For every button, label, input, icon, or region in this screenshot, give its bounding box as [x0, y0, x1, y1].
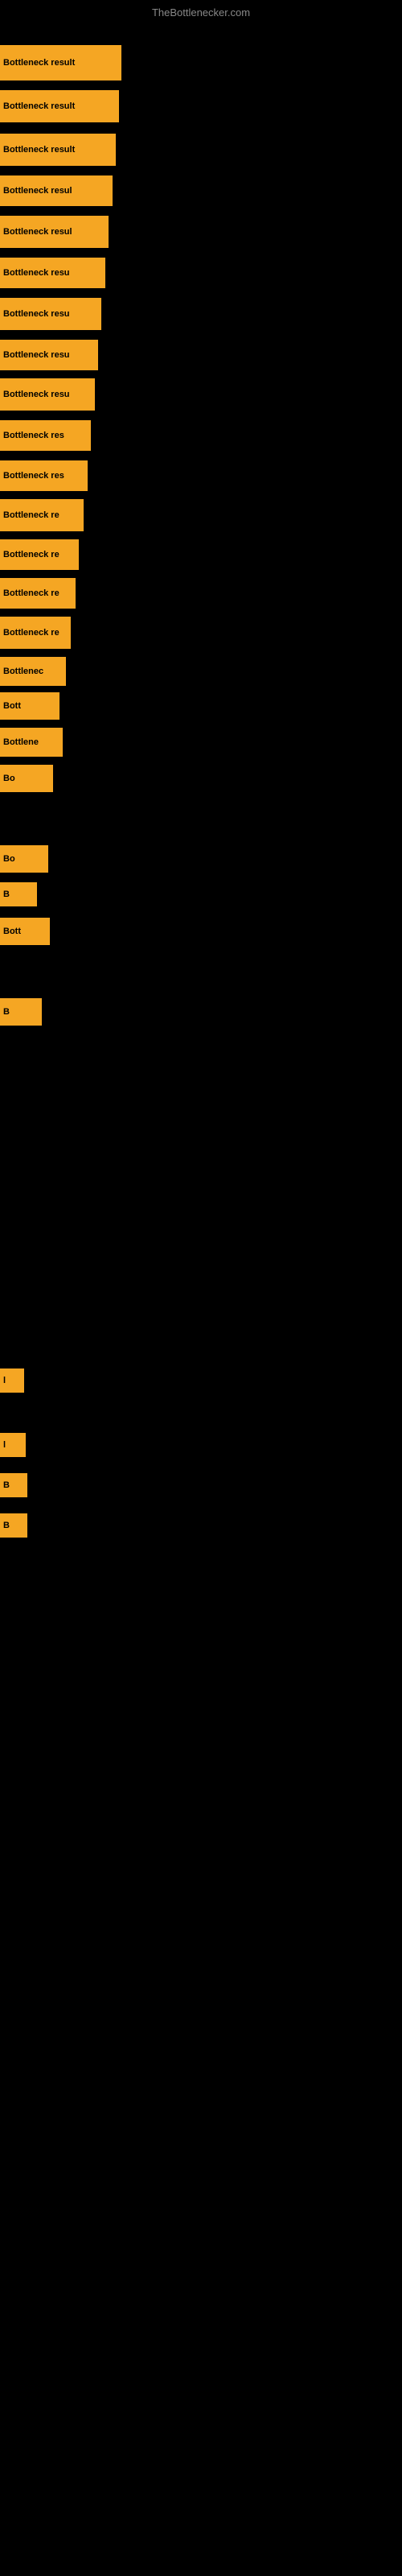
bottleneck-bar-16: Bott — [0, 692, 59, 720]
bottleneck-label-5: Bottleneck resu — [3, 268, 70, 278]
bottleneck-bar-10: Bottleneck res — [0, 460, 88, 491]
bottleneck-label-13: Bottleneck re — [3, 588, 59, 598]
bottleneck-bar-8: Bottleneck resu — [0, 378, 95, 411]
bottleneck-bar-4: Bottleneck resul — [0, 216, 109, 248]
bottleneck-bar-11: Bottleneck re — [0, 499, 84, 531]
bottleneck-label-11: Bottleneck re — [3, 510, 59, 520]
bottleneck-bar-13: Bottleneck re — [0, 578, 76, 609]
bottleneck-label-3: Bottleneck resul — [3, 186, 72, 196]
bottleneck-label-23: l — [3, 1376, 6, 1385]
bottleneck-bar-3: Bottleneck resul — [0, 175, 113, 206]
bottleneck-label-10: Bottleneck res — [3, 471, 64, 481]
bottleneck-bar-20: B — [0, 882, 37, 906]
bottleneck-bar-5: Bottleneck resu — [0, 258, 105, 288]
bottleneck-label-14: Bottleneck re — [3, 628, 59, 638]
bottleneck-label-15: Bottlenec — [3, 667, 43, 676]
bottleneck-label-6: Bottleneck resu — [3, 309, 70, 319]
bottleneck-bar-9: Bottleneck res — [0, 420, 91, 451]
bottleneck-bar-22: B — [0, 998, 42, 1026]
bottleneck-bar-26: B — [0, 1513, 27, 1538]
bottleneck-bar-21: Bott — [0, 918, 50, 945]
bottleneck-label-25: B — [3, 1480, 10, 1490]
bottleneck-label-4: Bottleneck resul — [3, 227, 72, 237]
bottleneck-bar-18: Bo — [0, 765, 53, 792]
bottleneck-label-26: B — [3, 1521, 10, 1530]
bottleneck-label-9: Bottleneck res — [3, 431, 64, 440]
bottleneck-label-20: B — [3, 890, 10, 899]
bottleneck-label-16: Bott — [3, 701, 21, 711]
bottleneck-label-1: Bottleneck result — [3, 101, 75, 111]
bottleneck-bar-25: B — [0, 1473, 27, 1497]
bottleneck-label-24: l — [3, 1440, 6, 1450]
bottleneck-label-12: Bottleneck re — [3, 550, 59, 559]
bottleneck-bar-1: Bottleneck result — [0, 90, 119, 122]
bottleneck-bar-24: l — [0, 1433, 26, 1457]
bottleneck-bar-6: Bottleneck resu — [0, 298, 101, 330]
bottleneck-label-7: Bottleneck resu — [3, 350, 70, 360]
bottleneck-bar-14: Bottleneck re — [0, 617, 71, 649]
bottleneck-label-22: B — [3, 1007, 10, 1017]
bottleneck-label-2: Bottleneck result — [3, 145, 75, 155]
site-title: TheBottlenecker.com — [0, 6, 402, 19]
bottleneck-bar-2: Bottleneck result — [0, 134, 116, 166]
bottleneck-bar-12: Bottleneck re — [0, 539, 79, 570]
bottleneck-bar-23: l — [0, 1368, 24, 1393]
bottleneck-bar-7: Bottleneck resu — [0, 340, 98, 370]
bottleneck-label-8: Bottleneck resu — [3, 390, 70, 399]
bottleneck-label-19: Bo — [3, 854, 15, 864]
bottleneck-bar-0: Bottleneck result — [0, 45, 121, 80]
bottleneck-bar-15: Bottlenec — [0, 657, 66, 686]
bottleneck-label-18: Bo — [3, 774, 15, 783]
bottleneck-label-17: Bottlene — [3, 737, 39, 747]
bottleneck-label-0: Bottleneck result — [3, 58, 75, 68]
bottleneck-label-21: Bott — [3, 927, 21, 936]
bottleneck-bar-17: Bottlene — [0, 728, 63, 757]
bottleneck-bar-19: Bo — [0, 845, 48, 873]
